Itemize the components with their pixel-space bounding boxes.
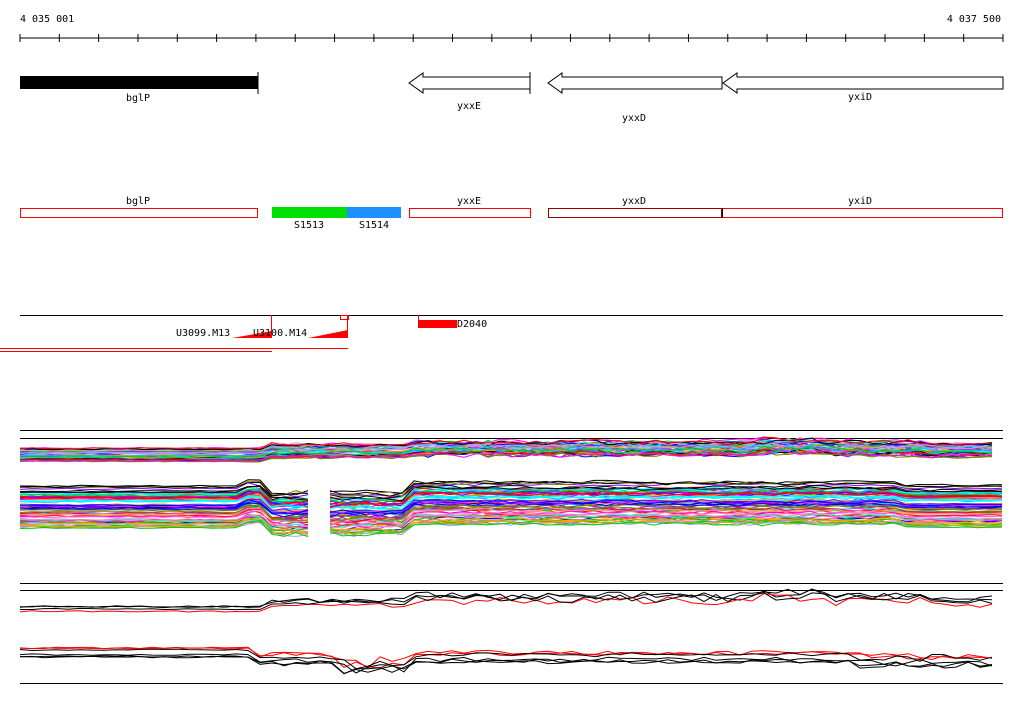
gene-yxxE-arrow[interactable] (408, 72, 531, 94)
box-label-yxxD: yxxD (622, 196, 646, 207)
box-yxiD[interactable] (722, 208, 1003, 218)
gene-label-bglP: bglP (126, 93, 150, 104)
feature-label-U3100: U3100.M14 (253, 328, 307, 339)
box-label-bglP: bglP (126, 196, 150, 207)
box-yxxE[interactable] (409, 208, 531, 218)
segment-label-S1513: S1513 (294, 220, 324, 231)
expression-track-summary (19, 583, 1003, 684)
gene-track: bglP yxxE yxxD yxiD (20, 72, 1004, 124)
feature-D2040[interactable] (418, 320, 457, 328)
feature-label-D2040: D2040 (457, 319, 487, 330)
gene-label-yxxE: yxxE (457, 101, 481, 112)
box-bglP[interactable] (20, 208, 258, 218)
coordinate-ruler (19, 34, 1004, 42)
expression-line (19, 588, 993, 608)
box-yxxD[interactable] (548, 208, 722, 218)
gene-bglP[interactable] (20, 76, 258, 89)
box-label-yxxE: yxxE (457, 196, 481, 207)
gene-label-yxiD: yxiD (848, 92, 872, 103)
feature-track: U3099.M13 U3100.M14 D2040 (0, 315, 1003, 352)
expression-track-multi (19, 430, 1003, 538)
expression-line (19, 655, 993, 674)
expression-line (19, 655, 993, 675)
gene-label-yxxD: yxxD (622, 113, 646, 124)
ruler-start-label: 4 035 001 (20, 14, 74, 25)
genome-browser-canvas: 4 035 001 4 037 500 bglP yxxE yxxD yxiD … (0, 14, 1004, 684)
segment-S1514[interactable] (347, 207, 401, 218)
gene-yxxD-arrow[interactable] (547, 72, 723, 94)
gene-yxiD-arrow[interactable] (722, 72, 1004, 94)
feature-U3100-ramp[interactable] (308, 330, 348, 338)
segment-S1513[interactable] (272, 207, 347, 218)
expression-line (19, 648, 993, 670)
annotation-track: bglP yxxE yxxD yxiD S1513 S1514 (20, 196, 1003, 231)
feature-label-U3099: U3099.M13 (176, 328, 230, 339)
expression-line (19, 647, 993, 669)
ruler-end-label: 4 037 500 (947, 14, 1001, 25)
expression-line (19, 646, 993, 669)
box-label-yxiD: yxiD (848, 196, 872, 207)
segment-label-S1514: S1514 (359, 220, 389, 231)
